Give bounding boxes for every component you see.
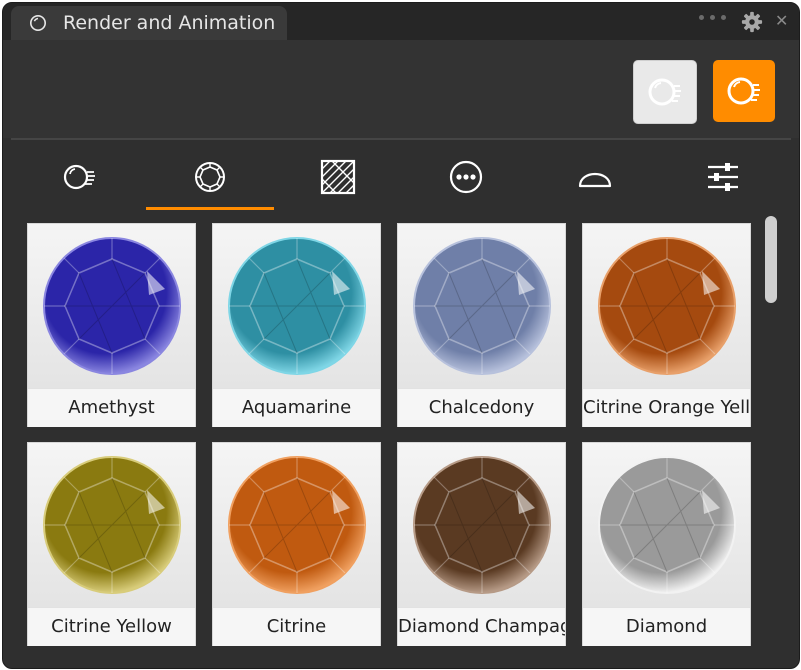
animation-render-button[interactable] [713, 60, 775, 122]
close-icon[interactable]: ✕ [775, 11, 788, 30]
material-thumbnail [28, 443, 195, 607]
texture-icon [320, 159, 356, 195]
material-card[interactable]: Aquamarine [212, 223, 381, 427]
material-thumbnail [213, 443, 380, 607]
material-thumbnail [28, 224, 195, 388]
material-thumbnail [398, 443, 565, 607]
more-dots-icon[interactable] [699, 15, 726, 20]
material-label: Citrine Yellow [28, 607, 195, 646]
dome-icon [578, 172, 612, 188]
more-circle-icon [449, 160, 483, 194]
gem-icon [195, 162, 225, 192]
window-title: Render and Animation [63, 12, 276, 34]
material-card[interactable]: Diamond Champagne [397, 442, 566, 646]
material-thumbnail [213, 224, 380, 388]
material-card[interactable]: Diamond [582, 442, 751, 646]
render-sphere-icon [648, 78, 681, 106]
material-card[interactable]: Citrine Orange Yellow [582, 223, 751, 427]
material-card[interactable]: Chalcedony [397, 223, 566, 427]
tab-gemstone[interactable] [146, 150, 274, 210]
material-grid: Amethyst Aquamarine Chalcedony Citrine Oran… [25, 221, 755, 666]
material-thumbnail [583, 224, 750, 388]
static-render-button[interactable] [633, 60, 697, 124]
title-bar: Render and Animation ✕ [3, 3, 799, 40]
material-card[interactable]: Amethyst [27, 223, 196, 427]
tab-texture[interactable] [274, 150, 402, 204]
material-label: Citrine Orange Yellow [583, 388, 750, 427]
render-toolbar [3, 40, 799, 138]
material-label: Chalcedony [398, 388, 565, 427]
material-thumbnail [398, 224, 565, 388]
category-tabs [3, 140, 799, 215]
material-card[interactable]: Citrine [212, 442, 381, 646]
sliders-icon [708, 163, 738, 191]
material-label: Citrine [213, 607, 380, 646]
tab-render-sphere[interactable] [17, 150, 145, 204]
material-label: Diamond Champagne [398, 607, 565, 646]
material-card[interactable]: Citrine Yellow [27, 442, 196, 646]
window-tab[interactable]: Render and Animation [11, 6, 287, 40]
material-label: Aquamarine [213, 388, 380, 427]
tab-settings[interactable] [659, 150, 787, 204]
render-app-icon [29, 14, 47, 32]
render-sphere-icon [63, 164, 95, 190]
material-label: Amethyst [28, 388, 195, 427]
render-sphere-icon [727, 77, 760, 105]
material-thumbnail [583, 443, 750, 607]
material-label: Diamond [583, 607, 750, 646]
tab-more[interactable] [402, 150, 530, 204]
gear-icon[interactable] [741, 11, 763, 33]
grid-scrollbar[interactable] [765, 216, 777, 303]
render-animation-window: Render and Animation ✕ Amethyst Aquamari… [2, 2, 800, 669]
tab-dome[interactable] [531, 150, 659, 204]
